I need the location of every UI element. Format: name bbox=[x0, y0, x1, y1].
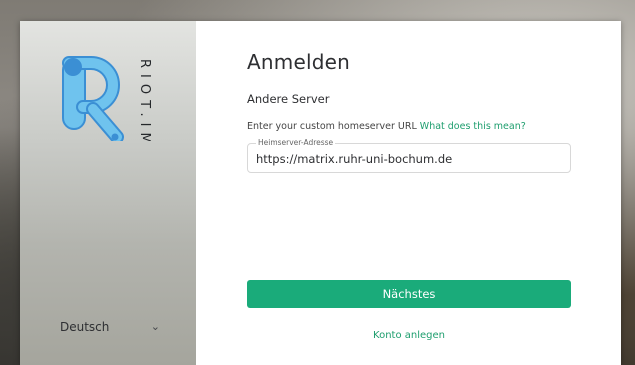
language-value: Deutsch bbox=[60, 320, 110, 334]
auth-panel: RIOT.IM Deutsch ⌄ Anmelden Andere Server… bbox=[20, 21, 621, 365]
chevron-down-icon: ⌄ bbox=[150, 319, 160, 333]
riot-wordmark: RIOT.IM bbox=[137, 59, 152, 141]
server-type-label: Andere Server bbox=[247, 92, 330, 106]
homeserver-input[interactable] bbox=[256, 152, 556, 166]
create-account-link[interactable]: Konto anlegen bbox=[247, 330, 571, 341]
auth-sidebar: RIOT.IM Deutsch ⌄ bbox=[20, 21, 196, 365]
auth-body: Anmelden Andere Server Enter your custom… bbox=[196, 21, 621, 365]
page-title: Anmelden bbox=[247, 50, 350, 74]
homeserver-field-label: Heimserver-Adresse bbox=[256, 138, 336, 147]
language-selector[interactable]: Deutsch ⌄ bbox=[60, 319, 160, 335]
riot-logo: RIOT.IM bbox=[62, 56, 152, 141]
next-button[interactable]: Nächstes bbox=[247, 280, 571, 308]
homeserver-field: Heimserver-Adresse bbox=[247, 138, 571, 173]
homeserver-hint: Enter your custom homeserver URL What do… bbox=[247, 121, 526, 132]
homeserver-hint-text: Enter your custom homeserver URL bbox=[247, 121, 420, 132]
riot-r-logo-icon bbox=[62, 56, 124, 141]
what-does-this-mean-link[interactable]: What does this mean? bbox=[420, 121, 526, 132]
